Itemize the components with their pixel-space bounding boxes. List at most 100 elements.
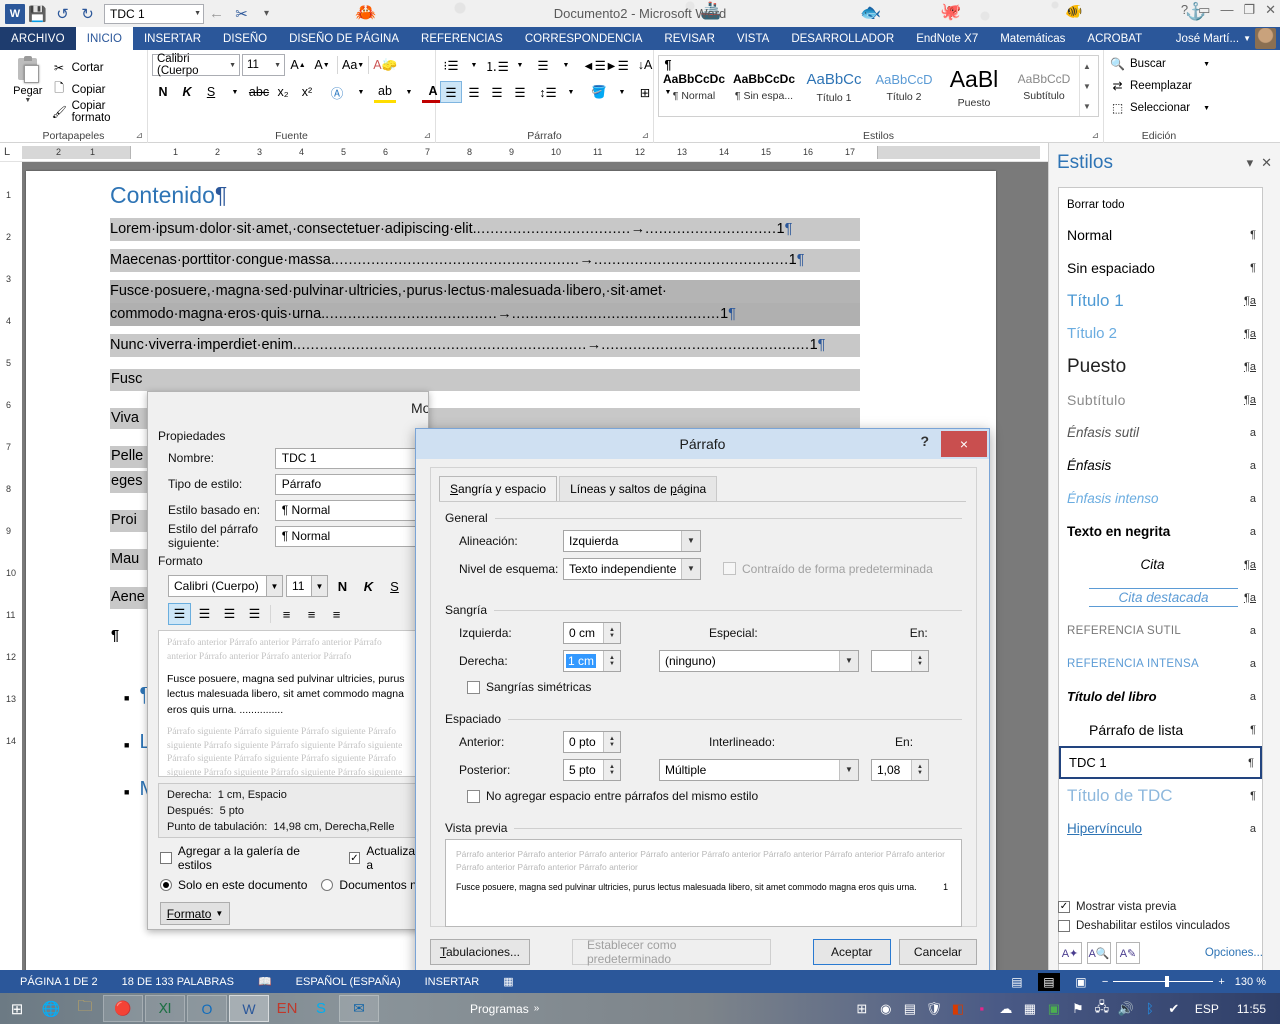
- quick-access-toolbar[interactable]: W 💾 ↺ ↻ TDC 1 ▼ ← ✂ ▾: [0, 0, 279, 27]
- windows-taskbar[interactable]: ⊞ 🌐 🗀 🔴 Ⅺ O W EN S ✉ Programas » ⊞ ◉ ▤ 🛡…: [0, 993, 1280, 1024]
- style-item-puesto[interactable]: Puesto ¶a: [1059, 350, 1262, 383]
- increase-indent-button[interactable]: ►☰: [605, 54, 629, 76]
- spinner-arrows-icon[interactable]: ▲ ▼: [603, 650, 620, 671]
- dialog-parrafo[interactable]: Párrafo ? × SSangría y espacioangría y e…: [415, 428, 990, 976]
- dialog-font-name-combo[interactable]: Calibri (Cuerpo) ▼: [168, 575, 283, 597]
- ruler-track[interactable]: 2 1 1 2 3 4 5 6 7 8 9 10 11 12 13 14 15 …: [22, 146, 1040, 159]
- line-spacing-select[interactable]: Múltiple ▼: [659, 758, 859, 781]
- help-icon[interactable]: ?: [920, 433, 929, 449]
- bold-button[interactable]: N: [152, 81, 174, 103]
- aceptar-button[interactable]: Aceptar: [812, 939, 891, 965]
- new-docs-radio[interactable]: [321, 879, 334, 891]
- dialog-line-spacing-2-button[interactable]: ≡: [325, 603, 348, 625]
- copy-button[interactable]: 🗋 Copiar: [52, 80, 143, 99]
- tab-vista[interactable]: VISTA: [726, 27, 780, 50]
- subscript-button[interactable]: x₂: [272, 81, 294, 103]
- font-dialog-launcher-icon[interactable]: ⊿: [423, 130, 431, 141]
- chevron-down-icon[interactable]: ▼: [463, 54, 485, 76]
- styles-task-pane[interactable]: Estilos ▾ ✕ Borrar todo Normal ¶ Sin esp…: [1048, 143, 1280, 1023]
- manage-styles-icon[interactable]: A✎: [1116, 942, 1140, 964]
- dialog-align-right-button[interactable]: ☰: [218, 603, 241, 625]
- chevron-down-icon[interactable]: ▼: [560, 81, 582, 103]
- spacing-before-spinner[interactable]: 0 pto ▲ ▼: [563, 730, 621, 753]
- paragraph-dialog-launcher-icon[interactable]: ⊿: [641, 130, 649, 141]
- field-value[interactable]: Párrafo: [274, 473, 418, 495]
- zoom-track[interactable]: [1113, 976, 1214, 987]
- language-indicator[interactable]: ESP: [1187, 1002, 1227, 1016]
- tab-revisar[interactable]: REVISAR: [653, 27, 726, 50]
- style-inspector-icon[interactable]: A🔍: [1087, 942, 1111, 964]
- customize-qat-icon[interactable]: ▾: [254, 1, 279, 26]
- page-indicator[interactable]: PÁGINA 1 DE 2: [8, 976, 110, 988]
- print-layout-icon[interactable]: ▤: [1037, 972, 1060, 991]
- zoom-slider[interactable]: − +: [1102, 976, 1225, 988]
- align-center-button[interactable]: ☰: [463, 81, 485, 103]
- clipboard-dialog-launcher-icon[interactable]: ⊿: [135, 130, 143, 141]
- alignment-select[interactable]: Izquierda ▼: [563, 529, 701, 552]
- dialog-modificar-estilo[interactable]: Modificar estilo ? ✕ Propiedades Nombre:…: [147, 391, 429, 930]
- vertical-ruler[interactable]: 1 2 3 4 5 6 7 8 9 10 11 12 13 14: [0, 162, 22, 970]
- change-case-button[interactable]: Aa ▼: [342, 54, 364, 76]
- formato-button[interactable]: Formato ▼: [160, 902, 230, 925]
- chevron-down-icon[interactable]: ▼: [24, 97, 31, 104]
- style-gallery[interactable]: AaBbCcDc ¶ Normal AaBbCcDc ¶ Sin espa...…: [658, 55, 1099, 117]
- ie-icon[interactable]: 🌐: [34, 993, 68, 1024]
- outlook-icon[interactable]: O: [187, 995, 227, 1022]
- start-icon[interactable]: ⊞: [0, 993, 34, 1024]
- add-gallery-checkbox[interactable]: [160, 852, 172, 864]
- field-estilo-basado-en[interactable]: Estilo basado en: ¶ Normal: [158, 498, 418, 522]
- status-bar[interactable]: PÁGINA 1 DE 2 18 DE 133 PALABRAS 📖 ESPAÑ…: [0, 970, 1280, 993]
- help-icon[interactable]: ?: [1181, 2, 1188, 18]
- zoom-level[interactable]: 130 %: [1235, 976, 1272, 988]
- style-item-hipervinculo[interactable]: Hipervínculo a: [1059, 812, 1262, 845]
- bluetooth-tray-icon[interactable]: ᛒ: [1139, 993, 1161, 1024]
- indent-left-spinner[interactable]: 0 cm ▲ ▼: [563, 621, 621, 644]
- replace-button[interactable]: ⇄ Reemplazar: [1108, 75, 1210, 97]
- toc-entry[interactable]: Fusce·posuere,·magna·sed·pulvinar·ultric…: [110, 279, 860, 303]
- word-icon[interactable]: W: [229, 995, 269, 1022]
- only-this-doc-radio[interactable]: [160, 879, 172, 891]
- antivirus-tray-icon[interactable]: ✔: [1163, 993, 1185, 1024]
- style-item-subtitulo[interactable]: Subtítulo ¶a: [1059, 383, 1262, 416]
- spinner-arrows-icon[interactable]: ▲ ▼: [911, 759, 928, 780]
- cloud-tray-icon[interactable]: ☁: [995, 993, 1017, 1024]
- format-painter-button[interactable]: 🖌 Copiar formato: [52, 100, 143, 124]
- style-item-titulo-1[interactable]: Título 1 ¶a: [1059, 284, 1262, 317]
- tab-endnote[interactable]: EndNote X7: [905, 27, 989, 50]
- style-item-sin-espaciado[interactable]: Sin espaciado ¶: [1059, 251, 1262, 284]
- tab-referencias[interactable]: REFERENCIAS: [410, 27, 514, 50]
- language-indicator[interactable]: ESPAÑOL (ESPAÑA): [284, 976, 413, 988]
- spinner-arrows-icon[interactable]: ▲ ▼: [603, 622, 620, 643]
- style-item-enfasis[interactable]: Énfasis a: [1059, 449, 1262, 482]
- mail-icon[interactable]: ✉: [339, 995, 379, 1022]
- scroll-up-icon[interactable]: ▲: [1080, 56, 1094, 76]
- styles-dialog-launcher-icon[interactable]: ⊿: [1091, 130, 1099, 141]
- redo-icon[interactable]: ↻: [75, 1, 100, 26]
- style-gallery-item-titulo-1[interactable]: AaBbCc Título 1: [799, 56, 869, 116]
- word-count[interactable]: 18 DE 133 PALABRAS: [110, 976, 246, 988]
- calc-tray-icon[interactable]: ▦: [1019, 993, 1041, 1024]
- align-right-button[interactable]: ☰: [486, 81, 508, 103]
- chrome-tray-icon[interactable]: ◉: [875, 993, 897, 1024]
- style-item-cita[interactable]: Cita ¶a: [1059, 548, 1262, 581]
- proofing-icon[interactable]: 📖: [246, 975, 284, 988]
- field-tipo-de-estilo[interactable]: Tipo de estilo: Párrafo: [158, 472, 418, 496]
- network-tray-icon[interactable]: 🖧: [1091, 993, 1113, 1024]
- read-mode-icon[interactable]: ▤: [1006, 973, 1028, 991]
- style-gallery-scrollbar[interactable]: ▲ ▼ ▼: [1079, 56, 1094, 116]
- show-preview-checkbox[interactable]: ✓ Mostrar vista previa: [1058, 897, 1263, 916]
- spinner-arrows-icon[interactable]: ▲ ▼: [603, 759, 620, 780]
- highlight-button[interactable]: ab: [374, 81, 396, 103]
- chevron-down-icon[interactable]: ▼: [398, 81, 420, 103]
- tab-stop-selector-icon[interactable]: L: [4, 146, 10, 158]
- underline-button[interactable]: S: [200, 81, 222, 103]
- zoom-in-button[interactable]: +: [1218, 976, 1224, 988]
- dialog-line-spacing-1-button[interactable]: ≡: [275, 603, 298, 625]
- programas-toolbar[interactable]: Programas »: [470, 1002, 539, 1016]
- collapsed-by-default-checkbox[interactable]: Contraído de forma predeterminada: [723, 562, 933, 576]
- font-name-combo[interactable]: Calibri (Cuerpo ▼: [152, 53, 240, 77]
- mirror-indents-checkbox[interactable]: Sangrías simétricas: [467, 680, 591, 694]
- style-gallery-item-sin-espaciado[interactable]: AaBbCcDc ¶ Sin espa...: [729, 56, 799, 116]
- field-value[interactable]: ¶ Normal: [274, 525, 418, 547]
- window-controls[interactable]: ? ▭ — ❐ ✕: [1181, 2, 1276, 18]
